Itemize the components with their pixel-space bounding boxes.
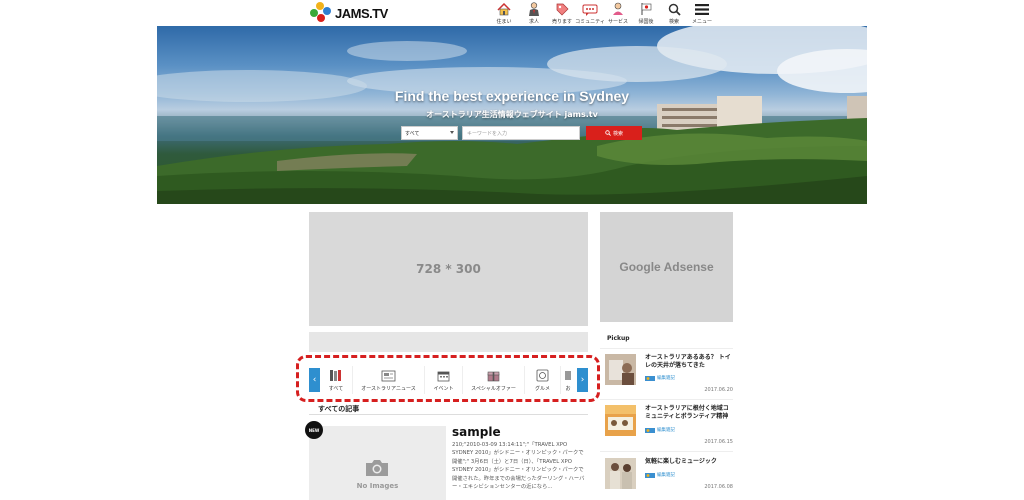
nav-item-menu[interactable]: メニュー — [688, 1, 716, 25]
search-form: すべて キーワードを入力 検索 — [401, 126, 642, 140]
nav-item-service[interactable]: サービス — [604, 1, 632, 25]
site-header: JAMS.TV 住まい 求人 売ります コミュニティ サービス 帰国後 検索 メ… — [0, 0, 1024, 26]
pickup-item[interactable]: オーストラリアあるある？ トイレの天井が落ちてきた 編集雑記 2017.06.2… — [600, 354, 733, 400]
nav-item-housing[interactable]: 住まい — [490, 1, 518, 25]
tag-icon — [555, 1, 569, 17]
pickup-thumbnail — [605, 405, 636, 436]
pickup-author-name: 編集雑記 — [657, 428, 675, 433]
pickup-author[interactable]: 編集雑記 — [645, 427, 675, 433]
search-button[interactable]: 検索 — [586, 126, 642, 140]
nav-item-sell[interactable]: 売ります — [548, 1, 576, 25]
author-avatar-icon — [645, 472, 655, 478]
hero-banner: Find the best experience in Sydney オーストラ… — [157, 26, 867, 204]
camera-icon — [366, 460, 388, 476]
section-divider — [309, 414, 588, 415]
pickup-author[interactable]: 編集雑記 — [645, 472, 675, 478]
nav-label: 検索 — [668, 19, 679, 25]
site-logo[interactable]: JAMS.TV — [309, 2, 388, 24]
side-ad-placeholder[interactable]: Google Adsense — [600, 212, 733, 322]
pickup-author-name: 編集雑記 — [657, 473, 675, 478]
section-title: すべての記事 — [318, 405, 360, 413]
pickup-thumbnail — [605, 458, 636, 489]
new-badge-label: NEW — [308, 427, 320, 433]
pickup-author-name: 編集雑記 — [657, 376, 675, 381]
category-select[interactable]: すべて — [401, 126, 458, 140]
main-nav: 住まい 求人 売ります コミュニティ サービス 帰国後 検索 メニュー — [490, 1, 716, 25]
author-avatar-icon — [645, 427, 655, 433]
nav-label: コミュニティ — [575, 19, 605, 25]
logo-text: JAMS.TV — [335, 5, 388, 21]
highlight-dashed-outline — [296, 355, 600, 402]
pickup-item-title: オーストラリアあるある？ トイレの天井が落ちてきた — [645, 354, 731, 369]
side-ad-label: Google Adsense — [619, 260, 714, 274]
nav-item-community[interactable]: コミュニティ — [575, 1, 605, 25]
new-badge: NEW — [305, 421, 323, 439]
pickup-title: Pickup — [607, 335, 630, 342]
nav-label: メニュー — [691, 19, 712, 25]
search-icon — [605, 130, 611, 136]
pickup-item-title: オーストラリアに根付く地域コミュニティとボランティア精神 — [645, 405, 729, 420]
search-button-label: 検索 — [612, 130, 623, 137]
ad-strip — [309, 332, 588, 352]
nav-label: 売ります — [551, 19, 572, 25]
main-ad-placeholder[interactable]: 728 * 300 — [309, 212, 588, 326]
service-icon — [611, 1, 625, 17]
house-icon — [497, 1, 511, 17]
chevron-down-icon — [450, 131, 454, 134]
flag-icon — [639, 1, 653, 17]
person-icon — [528, 1, 540, 17]
pickup-item[interactable]: オーストラリアに根付く地域コミュニティとボランティア精神 編集雑記 2017.0… — [600, 405, 733, 452]
pickup-date: 2017.06.08 — [704, 484, 733, 490]
no-image-label: No Images — [356, 482, 399, 490]
nav-item-return-home[interactable]: 帰国後 — [632, 1, 660, 25]
search-placeholder: キーワードを入力 — [467, 131, 508, 137]
pickup-date: 2017.06.20 — [704, 387, 733, 393]
search-icon — [668, 1, 681, 17]
main-ad-label: 728 * 300 — [416, 262, 481, 276]
nav-item-jobs[interactable]: 求人 — [520, 1, 548, 25]
pickup-author[interactable]: 編集雑記 — [645, 375, 675, 381]
category-select-value: すべて — [405, 131, 420, 137]
article-thumbnail[interactable]: No Images — [309, 426, 446, 500]
nav-label: 求人 — [528, 19, 539, 25]
author-avatar-icon — [645, 375, 655, 381]
hero-subtitle: オーストラリア生活情報ウェブサイト jams.tv — [426, 110, 598, 119]
pickup-item-title: 気軽に楽しむミュージック — [645, 458, 717, 465]
pickup-item[interactable]: 気軽に楽しむミュージック 編集雑記 2017.06.08 — [600, 458, 733, 500]
article-title[interactable]: sample — [452, 425, 501, 439]
menu-icon — [694, 1, 710, 17]
pickup-divider — [600, 451, 733, 452]
hero-title: Find the best experience in Sydney — [394, 88, 630, 104]
keyword-search-input[interactable]: キーワードを入力 — [462, 126, 580, 140]
nav-label: サービス — [607, 19, 628, 25]
nav-item-search[interactable]: 検索 — [660, 1, 688, 25]
logo-dots-icon — [309, 2, 331, 24]
pickup-date: 2017.06.15 — [704, 439, 733, 445]
nav-label: 帰国後 — [638, 19, 654, 25]
nav-label: 住まい — [496, 19, 512, 25]
article-excerpt: 210;"2010-03-09 13:14:11";"「TRAVEL XPO S… — [452, 442, 585, 491]
pickup-header: Pickup — [600, 330, 733, 349]
community-icon — [582, 1, 598, 17]
pickup-divider — [600, 399, 733, 400]
pickup-thumbnail — [605, 354, 636, 385]
